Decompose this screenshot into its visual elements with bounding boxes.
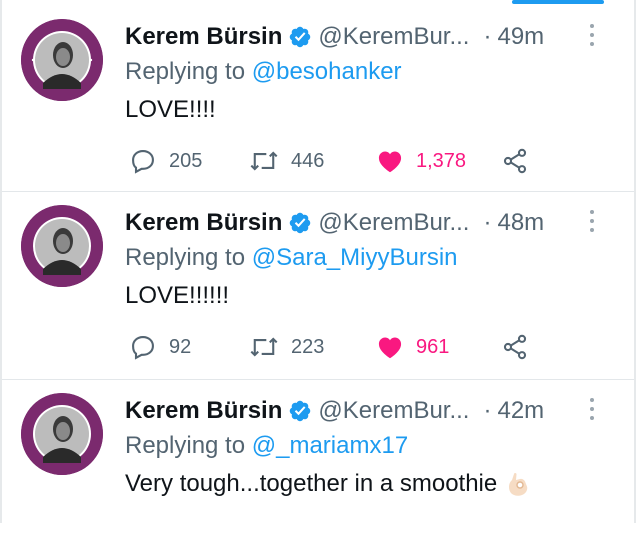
replying-to: Replying to @Sara_MiyyBursin [125, 244, 458, 272]
more-options-icon[interactable] [587, 208, 597, 234]
share-icon [503, 148, 527, 174]
more-options-icon[interactable] [587, 396, 597, 422]
separator-dot: · [483, 209, 492, 236]
replying-to-label: Replying to [125, 432, 246, 459]
tweet[interactable]: Kerem Bürsin @KeremBur... · 49m Replying… [2, 6, 634, 192]
avatar[interactable] [21, 19, 103, 101]
timestamp[interactable]: 49m [497, 23, 544, 51]
retweet-button[interactable]: 223 [249, 332, 324, 362]
reply-icon [132, 336, 154, 360]
author-name[interactable]: Kerem Bürsin [125, 397, 282, 425]
tweet-text-content: Very tough...together in a smoothie [125, 470, 498, 497]
author-handle[interactable]: @KeremBur... [318, 397, 469, 425]
reply-mention-link[interactable]: @_mariamx17 [252, 432, 408, 459]
author-handle[interactable]: @KeremBur... [318, 209, 469, 237]
timestamp[interactable]: 42m [497, 397, 544, 425]
like-count: 961 [416, 335, 450, 358]
share-button[interactable] [501, 332, 541, 362]
action-bar: 205 446 1,378 [129, 146, 549, 176]
tweet-header: Kerem Bürsin @KeremBur... · 42m [125, 393, 544, 429]
heart-icon [378, 151, 402, 173]
active-tab-indicator [512, 0, 604, 4]
timestamp[interactable]: 48m [497, 209, 544, 237]
retweet-button[interactable]: 446 [249, 146, 324, 176]
ok-hand-emoji-icon [509, 473, 528, 496]
reply-mention-link[interactable]: @besohanker [252, 58, 402, 85]
verified-badge-icon [290, 26, 311, 48]
verified-badge-icon [290, 212, 311, 234]
replying-to: Replying to @besohanker [125, 58, 402, 86]
action-bar-partial [129, 520, 549, 550]
retweet-count: 446 [291, 149, 325, 172]
retweet-count: 223 [291, 335, 325, 358]
tweet-text: LOVE!!!!!! [125, 282, 230, 309]
separator-dot: · [483, 23, 492, 50]
separator-dot: · [483, 397, 492, 424]
replying-to: Replying to @_mariamx17 [125, 432, 408, 460]
replying-to-label: Replying to [125, 244, 246, 271]
reply-count: 205 [169, 149, 203, 172]
tweet-header: Kerem Bürsin @KeremBur... · 49m [125, 19, 544, 55]
share-icon [503, 334, 527, 360]
tweet-text: LOVE!!!! [125, 96, 216, 123]
action-bar: 92 223 961 [129, 332, 549, 362]
tweet[interactable]: Kerem Bürsin @KeremBur... · 48m Replying… [2, 192, 634, 380]
avatar-image [21, 205, 103, 287]
author-handle[interactable]: @KeremBur... [318, 23, 469, 51]
like-count: 1,378 [416, 149, 467, 172]
heart-icon [378, 337, 402, 359]
avatar-image [21, 19, 103, 101]
retweet-icon [250, 337, 278, 357]
share-button[interactable] [501, 146, 541, 176]
avatar-image [21, 393, 103, 475]
tweet-text: Very tough...together in a smoothie [125, 470, 531, 498]
like-button[interactable]: 961 [376, 332, 449, 362]
avatar[interactable] [21, 393, 103, 475]
tweet-header: Kerem Bürsin @KeremBur... · 48m [125, 205, 544, 241]
author-name[interactable]: Kerem Bürsin [125, 23, 282, 51]
like-button[interactable]: 1,378 [376, 146, 466, 176]
reply-mention-link[interactable]: @Sara_MiyyBursin [252, 244, 458, 271]
reply-count: 92 [169, 335, 192, 358]
replying-to-label: Replying to [125, 58, 246, 85]
author-name[interactable]: Kerem Bürsin [125, 209, 282, 237]
more-options-icon[interactable] [587, 22, 597, 48]
reply-button[interactable]: 92 [129, 332, 191, 362]
verified-badge-icon [290, 400, 311, 422]
reply-icon [132, 150, 154, 174]
tweet[interactable]: Kerem Bürsin @KeremBur... · 42m Replying… [2, 380, 634, 530]
avatar[interactable] [21, 205, 103, 287]
retweet-icon [250, 151, 278, 171]
reply-button[interactable]: 205 [129, 146, 202, 176]
